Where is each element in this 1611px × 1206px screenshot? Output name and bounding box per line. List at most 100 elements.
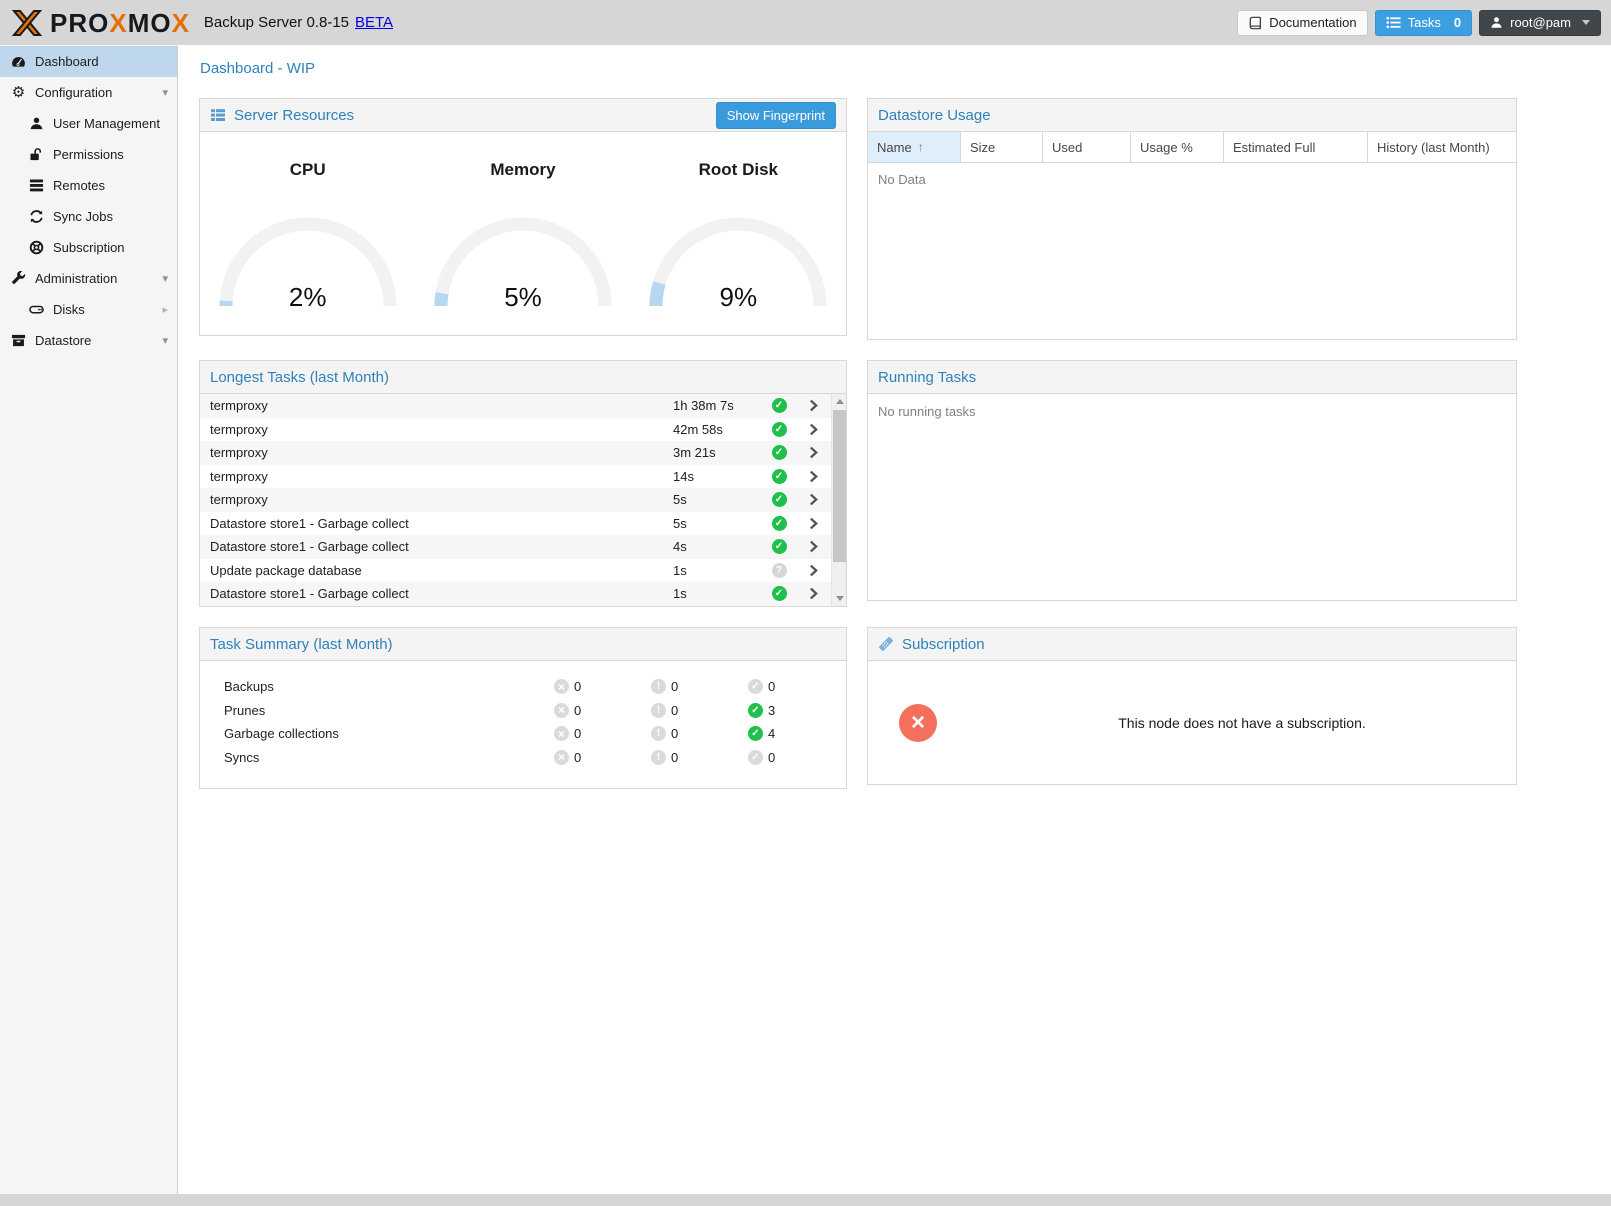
top-header: PROXMOX Backup Server 0.8-15 BETA Docume…	[0, 0, 1611, 45]
open-task-chevron[interactable]	[795, 399, 831, 412]
sidebar-item-label: Permissions	[53, 147, 124, 162]
ok-count[interactable]: 0	[748, 750, 845, 765]
gauge-value: 9%	[643, 282, 833, 313]
task-row[interactable]: Datastore store1 - Garbage collect5s	[200, 512, 831, 536]
open-task-chevron[interactable]	[795, 587, 831, 600]
beta-link[interactable]: BETA	[355, 14, 393, 31]
sidebar-item-permissions[interactable]: Permissions	[0, 139, 177, 170]
error-count[interactable]: 0	[554, 726, 651, 741]
warning-icon	[651, 726, 666, 741]
sidebar-item-remotes[interactable]: Remotes	[0, 170, 177, 201]
documentation-button[interactable]: Documentation	[1237, 10, 1367, 36]
caret-down-icon	[1582, 20, 1590, 25]
error-icon	[554, 679, 569, 694]
status-unknown-icon	[772, 563, 787, 578]
scrollbar-thumb[interactable]	[833, 410, 846, 562]
sidebar-item-disks[interactable]: Disks ▸	[0, 294, 177, 325]
vertical-scrollbar[interactable]	[831, 394, 846, 606]
sidebar-item-dashboard[interactable]: Dashboard	[0, 46, 177, 77]
column-header-estimated-full[interactable]: Estimated Full	[1224, 132, 1368, 162]
error-count[interactable]: 0	[554, 679, 651, 694]
tasks-label: Tasks	[1408, 15, 1441, 30]
status-ok-icon	[772, 516, 787, 531]
open-task-chevron[interactable]	[795, 470, 831, 483]
documentation-label: Documentation	[1269, 15, 1356, 30]
column-header-history[interactable]: History (last Month)	[1368, 132, 1516, 162]
error-icon	[554, 750, 569, 765]
gauge-cpu: CPU 2%	[200, 160, 415, 335]
status-ok-icon	[772, 445, 787, 460]
sidebar-item-user-management[interactable]: User Management	[0, 108, 177, 139]
datastore-table-header: Name↑ Size Used Usage % Estimated Full H…	[868, 132, 1516, 163]
wrench-icon	[10, 271, 27, 287]
task-row[interactable]: Datastore store1 - Garbage collect1s	[200, 582, 831, 606]
tasks-button[interactable]: Tasks 0	[1375, 10, 1472, 36]
column-header-used[interactable]: Used	[1043, 132, 1131, 162]
scroll-up-arrow[interactable]	[832, 394, 846, 409]
sidebar-item-label: Datastore	[35, 333, 91, 348]
open-task-chevron[interactable]	[795, 564, 831, 577]
warning-count[interactable]: 0	[651, 726, 748, 741]
task-row[interactable]: termproxy5s	[200, 488, 831, 512]
ok-count[interactable]: 3	[748, 703, 845, 718]
open-task-chevron[interactable]	[795, 540, 831, 553]
task-summary-panel: Task Summary (last Month) Backups 0 0 0 …	[199, 627, 847, 789]
sidebar-item-configuration[interactable]: ⚙ Configuration ▾	[0, 77, 177, 108]
gauge-label: CPU	[290, 160, 326, 180]
task-row[interactable]: termproxy1h 38m 7s	[200, 394, 831, 418]
sidebar-item-datastore[interactable]: Datastore ▾	[0, 325, 177, 356]
column-header-size[interactable]: Size	[961, 132, 1043, 162]
status-ok-icon	[772, 422, 787, 437]
open-task-chevron[interactable]	[795, 423, 831, 436]
unlock-icon	[28, 147, 45, 163]
sidebar-item-administration[interactable]: Administration ▾	[0, 263, 177, 294]
warning-count[interactable]: 0	[651, 679, 748, 694]
column-header-usage-pct[interactable]: Usage %	[1131, 132, 1224, 162]
task-row[interactable]: termproxy3m 21s	[200, 441, 831, 465]
gauge-value: 5%	[428, 282, 618, 313]
ok-count[interactable]: 0	[748, 679, 845, 694]
sidebar-item-label: Disks	[53, 302, 85, 317]
open-task-chevron[interactable]	[795, 493, 831, 506]
sidebar-item-label: Remotes	[53, 178, 105, 193]
sidebar-item-subscription[interactable]: Subscription	[0, 232, 177, 263]
task-row[interactable]: Datastore store1 - Garbage collect4s	[200, 535, 831, 559]
warning-count[interactable]: 0	[651, 750, 748, 765]
column-header-name[interactable]: Name↑	[868, 132, 961, 162]
chevron-down-icon[interactable]: ▾	[162, 334, 168, 347]
panel-title: Subscription	[902, 636, 985, 653]
chevron-down-icon[interactable]: ▾	[162, 272, 168, 285]
task-summary-table: Backups 0 0 0 Prunes 0 0 3 Garbage colle…	[200, 661, 846, 788]
support-icon	[28, 240, 45, 256]
show-fingerprint-button[interactable]: Show Fingerprint	[716, 102, 836, 129]
sidebar-item-label: User Management	[53, 116, 160, 131]
error-count[interactable]: 0	[554, 750, 651, 765]
gauge-root-disk: Root Disk 9%	[631, 160, 846, 335]
bottom-strip	[0, 1194, 1611, 1206]
task-row[interactable]: termproxy42m 58s	[200, 418, 831, 442]
user-label: root@pam	[1510, 15, 1571, 30]
open-task-chevron[interactable]	[795, 517, 831, 530]
server-resources-panel: Server Resources Show Fingerprint CPU 2%…	[199, 98, 847, 336]
ok-count[interactable]: 4	[748, 726, 845, 741]
task-row[interactable]: termproxy14s	[200, 465, 831, 489]
status-ok-icon	[772, 398, 787, 413]
sidebar-item-sync-jobs[interactable]: Sync Jobs	[0, 201, 177, 232]
product-title: Backup Server 0.8-15	[204, 14, 349, 31]
datastore-empty-text: No Data	[868, 163, 1516, 339]
scroll-down-arrow[interactable]	[832, 591, 846, 606]
panel-title: Datastore Usage	[878, 107, 991, 124]
user-menu-button[interactable]: root@pam	[1479, 10, 1601, 36]
warning-count[interactable]: 0	[651, 703, 748, 718]
ok-icon	[748, 679, 763, 694]
tachometer-icon	[10, 54, 27, 70]
gauge-label: Memory	[490, 160, 555, 180]
task-row[interactable]: Update package database1s	[200, 559, 831, 583]
open-task-chevron[interactable]	[795, 446, 831, 459]
chevron-right-icon[interactable]: ▸	[162, 303, 168, 316]
chevron-down-icon[interactable]: ▾	[162, 86, 168, 99]
task-list-icon	[1386, 16, 1401, 29]
summary-row-prunes: Prunes 0 0 3	[224, 699, 846, 723]
error-count[interactable]: 0	[554, 703, 651, 718]
status-ok-icon	[772, 492, 787, 507]
